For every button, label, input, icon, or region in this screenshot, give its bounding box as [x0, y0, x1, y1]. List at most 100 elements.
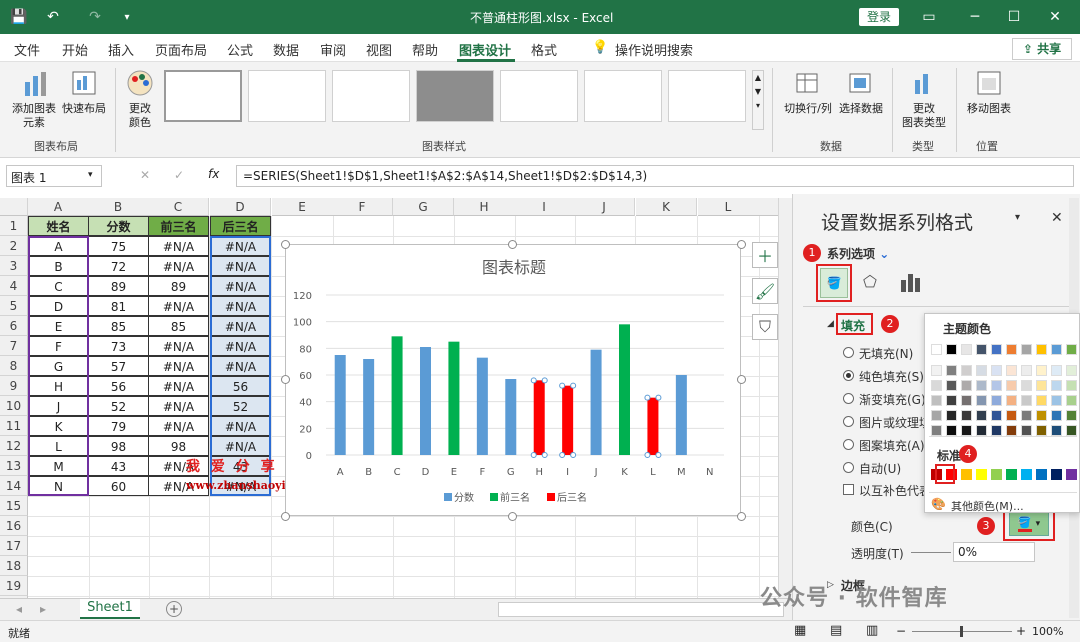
- chart-style-3[interactable]: [332, 70, 410, 122]
- column-header[interactable]: I: [514, 198, 575, 216]
- theme-color-swatch[interactable]: [991, 380, 1002, 391]
- table-cell[interactable]: 85: [88, 316, 149, 336]
- theme-color-swatch[interactable]: [1036, 395, 1047, 406]
- close-icon[interactable]: ✕: [1044, 6, 1066, 28]
- chart-bar[interactable]: [533, 380, 545, 455]
- table-cell[interactable]: #N/A: [148, 256, 209, 276]
- theme-color-swatch[interactable]: [976, 425, 987, 436]
- tab-review[interactable]: 审阅: [320, 40, 346, 59]
- series-selection-handle[interactable]: [570, 382, 577, 389]
- theme-color-swatch[interactable]: [961, 344, 972, 355]
- zoom-in-icon[interactable]: +: [1016, 624, 1026, 638]
- theme-color-swatch[interactable]: [1051, 425, 1062, 436]
- series-selection-handle[interactable]: [655, 452, 662, 458]
- row-header[interactable]: 5: [0, 296, 28, 316]
- select-data-button[interactable]: 选择数据: [836, 68, 886, 116]
- row-header[interactable]: 8: [0, 356, 28, 376]
- series-selection-handle[interactable]: [541, 377, 548, 384]
- chart-resize-handle[interactable]: [737, 512, 746, 521]
- theme-color-swatch[interactable]: [1006, 395, 1017, 406]
- theme-color-swatch[interactable]: [961, 395, 972, 406]
- legend-label[interactable]: 后三名: [557, 491, 587, 504]
- standard-color-swatch[interactable]: [991, 469, 1002, 480]
- theme-color-swatch[interactable]: [946, 365, 957, 376]
- zoom-slider-thumb[interactable]: [960, 626, 963, 637]
- tab-scroll-left-icon[interactable]: ◂: [16, 602, 22, 616]
- automatic-fill-radio[interactable]: [843, 462, 854, 473]
- column-header[interactable]: L: [698, 198, 759, 216]
- transparency-input[interactable]: 0%: [953, 542, 1035, 562]
- theme-color-swatch[interactable]: [931, 410, 942, 421]
- theme-color-swatch[interactable]: [931, 425, 942, 436]
- table-cell[interactable]: 52: [88, 396, 149, 416]
- chart-resize-handle[interactable]: [281, 240, 290, 249]
- pattern-fill-radio[interactable]: [843, 439, 854, 450]
- chart-style-6[interactable]: [584, 70, 662, 122]
- series-selection-handle[interactable]: [655, 394, 662, 401]
- table-cell[interactable]: #N/A: [148, 416, 209, 436]
- chart-bar[interactable]: [420, 347, 431, 455]
- chart-title[interactable]: 图表标题: [482, 258, 546, 277]
- theme-color-swatch[interactable]: [1036, 410, 1047, 421]
- theme-color-swatch[interactable]: [1021, 380, 1032, 391]
- theme-color-swatch[interactable]: [946, 425, 957, 436]
- row-header[interactable]: 1: [0, 216, 28, 236]
- chart-style-7[interactable]: [668, 70, 746, 122]
- standard-color-swatch[interactable]: [976, 469, 987, 480]
- chart-bar[interactable]: [448, 341, 460, 455]
- row-header[interactable]: 14: [0, 476, 28, 496]
- table-header-cell[interactable]: 姓名: [28, 216, 89, 236]
- gradient-fill-radio[interactable]: [843, 393, 854, 404]
- column-header[interactable]: G: [393, 198, 454, 216]
- share-button[interactable]: ⇪ 共享: [1012, 38, 1072, 60]
- theme-color-swatch[interactable]: [1051, 344, 1062, 355]
- formula-input[interactable]: =SERIES(Sheet1!$D$1,Sheet1!$A$2:$A$14,Sh…: [236, 165, 1074, 187]
- row-header[interactable]: 3: [0, 256, 28, 276]
- row-header[interactable]: 15: [0, 496, 28, 516]
- theme-color-swatch[interactable]: [976, 344, 987, 355]
- tab-scroll-right-icon[interactable]: ▸: [40, 602, 46, 616]
- row-header[interactable]: 4: [0, 276, 28, 296]
- row-header[interactable]: 6: [0, 316, 28, 336]
- standard-color-swatch[interactable]: [1066, 469, 1077, 480]
- tab-view[interactable]: 视图: [366, 40, 392, 59]
- redo-icon[interactable]: ↷: [84, 6, 106, 28]
- table-cell[interactable]: 98: [148, 436, 209, 456]
- tab-insert[interactable]: 插入: [108, 40, 134, 59]
- transparency-slider[interactable]: [911, 552, 951, 553]
- save-icon[interactable]: 💾: [8, 6, 30, 28]
- table-cell[interactable]: 72: [88, 256, 149, 276]
- table-cell[interactable]: #N/A: [148, 236, 209, 256]
- vertical-scrollbar[interactable]: [778, 198, 792, 598]
- theme-color-swatch[interactable]: [946, 395, 957, 406]
- standard-color-swatch[interactable]: [1036, 469, 1047, 480]
- theme-color-swatch[interactable]: [991, 344, 1002, 355]
- theme-color-swatch[interactable]: [1021, 410, 1032, 421]
- column-header[interactable]: J: [574, 198, 635, 216]
- theme-color-swatch[interactable]: [1066, 395, 1077, 406]
- row-header[interactable]: 11: [0, 416, 28, 436]
- theme-color-swatch[interactable]: [1051, 380, 1062, 391]
- chart-resize-handle[interactable]: [508, 240, 517, 249]
- no-fill-radio[interactable]: [843, 347, 854, 358]
- table-cell[interactable]: 75: [88, 236, 149, 256]
- theme-color-swatch[interactable]: [1006, 410, 1017, 421]
- table-cell[interactable]: 89: [148, 276, 209, 296]
- sheet-tab-sheet1[interactable]: Sheet1: [80, 599, 140, 619]
- chart-style-2[interactable]: [248, 70, 326, 122]
- theme-color-swatch[interactable]: [961, 410, 972, 421]
- series-selection-handle[interactable]: [559, 452, 566, 458]
- row-header[interactable]: 9: [0, 376, 28, 396]
- chart-resize-handle[interactable]: [737, 375, 746, 384]
- table-cell[interactable]: #N/A: [148, 356, 209, 376]
- customize-qat-icon[interactable]: ▾: [116, 6, 138, 28]
- ribbon-display-icon[interactable]: ▭: [918, 6, 940, 28]
- theme-color-swatch[interactable]: [1036, 344, 1047, 355]
- theme-color-swatch[interactable]: [1066, 425, 1077, 436]
- theme-color-swatch[interactable]: [1021, 365, 1032, 376]
- enter-icon[interactable]: ✓: [174, 168, 184, 182]
- color-picker-button[interactable]: 🪣 ▾: [1009, 512, 1049, 536]
- table-cell[interactable]: 81: [88, 296, 149, 316]
- zoom-out-icon[interactable]: −: [896, 624, 906, 638]
- legend-label[interactable]: 前三名: [500, 491, 530, 504]
